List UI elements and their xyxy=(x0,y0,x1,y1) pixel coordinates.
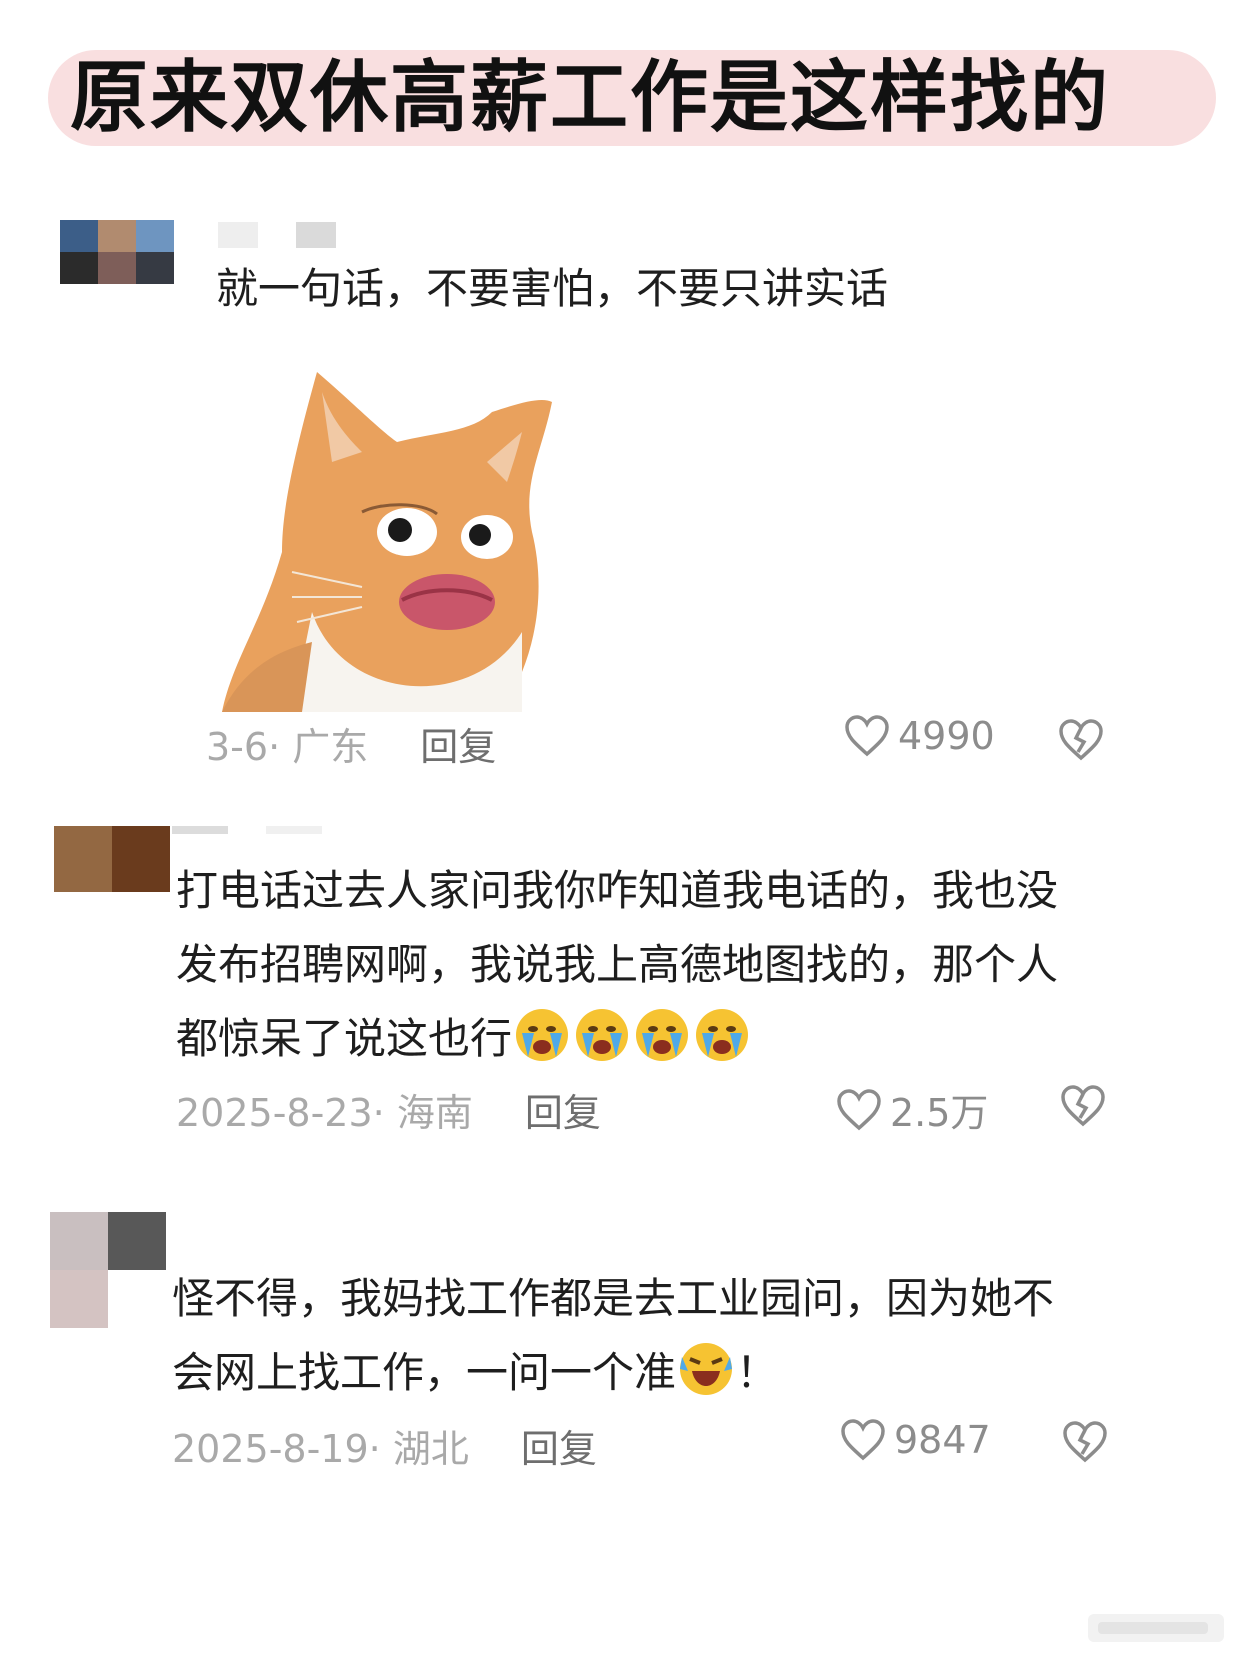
comment-line: 打电话过去人家问我你咋知道我电话的，我也没 xyxy=(176,866,1059,915)
comment-text: 打电话过去人家问我你咋知道我电话的，我也没 发布招聘网啊，我说我上高德地图找的，… xyxy=(176,854,1136,1076)
avatar-pixel xyxy=(98,220,136,252)
watermark-logo xyxy=(1088,1614,1224,1642)
username-blurred[interactable] xyxy=(172,826,322,834)
like-count: 4990 xyxy=(898,714,995,758)
comment-line-last: 会网上找工作，一问一个准！ xyxy=(172,1336,1132,1410)
avatar-pixel xyxy=(60,252,98,284)
date-region: 3-6· 广东 xyxy=(206,725,369,769)
avatar-pixel xyxy=(50,1212,108,1270)
rolling-laughing-crying-face-emoji xyxy=(680,1343,733,1395)
comment-line: 怪不得，我妈找工作都是去工业园问，因为她不 xyxy=(172,1274,1055,1323)
reply-button[interactable]: 回复 xyxy=(521,1418,597,1473)
heart-outline-icon xyxy=(841,1419,885,1461)
loudly-crying-face-emoji xyxy=(696,1009,749,1061)
avatar-pixel xyxy=(60,220,98,252)
reply-button[interactable]: 回复 xyxy=(420,716,496,771)
avatar-pixel xyxy=(112,826,170,892)
like-count: 2.5万 xyxy=(890,1091,989,1135)
like-button[interactable]: 2.5万 xyxy=(836,1082,988,1137)
reply-button[interactable]: 回复 xyxy=(525,1082,601,1137)
broken-heart-icon[interactable] xyxy=(1058,718,1104,762)
heart-outline-icon xyxy=(845,715,889,757)
comment-text: 就一句话，不要害怕，不要只讲实话 xyxy=(216,264,889,313)
avatar[interactable] xyxy=(60,220,178,284)
comment-line: 发布招聘网啊，我说我上高德地图找的，那个人 xyxy=(176,940,1059,989)
like-button[interactable]: 4990 xyxy=(844,714,995,758)
broken-heart-icon[interactable] xyxy=(1062,1420,1108,1464)
date-region: 2025-8-23· 海南 xyxy=(176,1091,473,1135)
comment-line-last: 都惊呆了说这也行 xyxy=(176,1002,1136,1076)
avatar[interactable] xyxy=(54,826,170,892)
avatar-pixel xyxy=(98,252,136,284)
comment-meta: 2025-8-23· 海南 回复 xyxy=(176,1082,601,1137)
avatar-pixel xyxy=(136,252,174,284)
comment-meta: 2025-8-19· 湖北 回复 xyxy=(172,1418,597,1473)
like-count: 9847 xyxy=(894,1418,991,1462)
avatar[interactable] xyxy=(50,1212,166,1328)
comment-meta: 3-6· 广东 回复 xyxy=(206,716,496,771)
comment-text: 怪不得，我妈找工作都是去工业园问，因为她不 会网上找工作，一问一个准！ xyxy=(172,1262,1132,1410)
cat-sticker-image xyxy=(222,372,552,712)
username-blurred[interactable] xyxy=(218,222,336,248)
loudly-crying-face-emoji xyxy=(576,1009,629,1061)
broken-heart-icon[interactable] xyxy=(1060,1084,1106,1128)
heart-outline-icon xyxy=(837,1088,881,1130)
date-region: 2025-8-19· 湖北 xyxy=(172,1427,469,1471)
page-title: 原来双休高薪工作是这样找的 xyxy=(70,53,1111,143)
avatar-pixel xyxy=(54,826,112,892)
loudly-crying-face-emoji xyxy=(516,1009,569,1061)
avatar-pixel xyxy=(136,220,174,252)
avatar-pixel xyxy=(50,1270,108,1328)
avatar-pixel xyxy=(108,1212,166,1270)
avatar-pixel xyxy=(108,1270,166,1328)
loudly-crying-face-emoji xyxy=(636,1009,689,1061)
like-button[interactable]: 9847 xyxy=(840,1418,991,1462)
